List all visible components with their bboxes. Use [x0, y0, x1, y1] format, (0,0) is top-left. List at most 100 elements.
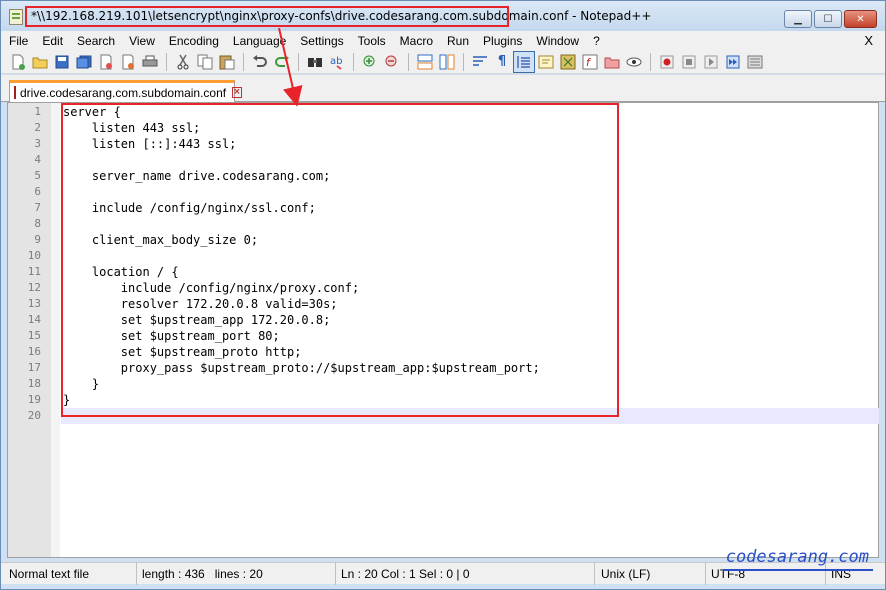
document-map-icon[interactable]	[557, 51, 579, 73]
minimize-button[interactable]: ▁	[784, 10, 812, 28]
line-number: 18	[27, 377, 41, 390]
zoom-in-icon[interactable]	[359, 51, 381, 73]
cut-icon[interactable]	[172, 51, 194, 73]
maximize-button[interactable]: ☐	[814, 10, 842, 28]
line-number: 6	[34, 185, 41, 198]
find-icon[interactable]	[304, 51, 326, 73]
line-number: 7	[34, 201, 41, 214]
toolbar-separator	[408, 52, 409, 71]
line-number: 3	[34, 137, 41, 150]
close-icon: ✕	[856, 13, 865, 25]
replace-icon[interactable]: ab	[326, 51, 348, 73]
copy-icon[interactable]	[194, 51, 216, 73]
menu-edit[interactable]: Edit	[35, 34, 70, 48]
menu-plugins[interactable]: Plugins	[476, 34, 529, 48]
menu-encoding[interactable]: Encoding	[162, 34, 226, 48]
maximize-icon: ☐	[823, 13, 833, 25]
sync-vertical-icon[interactable]	[414, 51, 436, 73]
line-number: 17	[27, 361, 41, 374]
zoom-out-icon[interactable]	[381, 51, 403, 73]
line-number: 10	[27, 249, 41, 262]
undo-icon[interactable]	[249, 51, 271, 73]
watermark-text: codesarang.com	[725, 547, 869, 567]
toolbar-separator	[353, 52, 354, 71]
line-number: 19	[27, 393, 41, 406]
record-macro-icon[interactable]	[656, 51, 678, 73]
line-number: 16	[27, 345, 41, 358]
function-list-icon[interactable]: f	[579, 51, 601, 73]
line-number: 14	[27, 313, 41, 326]
folder-workspace-icon[interactable]	[601, 51, 623, 73]
toolbar: ab ¶ f	[1, 50, 885, 74]
toolbar-separator	[298, 52, 299, 71]
toolbar-separator	[650, 52, 651, 71]
save-macro-icon[interactable]	[744, 51, 766, 73]
toolbar-separator	[243, 52, 244, 71]
line-number-gutter: 1 2 3 4 5 6 7 8 9 10 11 12 13 14 15 16 17 18 19 20	[8, 103, 60, 557]
line-number: 11	[27, 265, 41, 278]
fold-margin[interactable]	[51, 103, 60, 557]
title-bar[interactable]: *\\192.168.219.101\letsencrypt\nginx\pro…	[1, 1, 885, 31]
menu-view[interactable]: View	[122, 34, 162, 48]
line-number: 5	[34, 169, 41, 182]
word-wrap-icon[interactable]	[469, 51, 491, 73]
window-controls: ▁ ☐ ✕	[784, 10, 877, 28]
close-document-button[interactable]: X	[864, 33, 873, 48]
sync-horizontal-icon[interactable]	[436, 51, 458, 73]
redo-icon[interactable]	[271, 51, 293, 73]
tab-close-icon[interactable]: ×	[232, 87, 242, 98]
user-defined-lang-icon[interactable]	[535, 51, 557, 73]
status-length: length : 436	[142, 567, 205, 581]
menu-settings[interactable]: Settings	[293, 34, 350, 48]
play-macro-icon[interactable]	[700, 51, 722, 73]
save-all-icon[interactable]	[73, 51, 95, 73]
line-number: 4	[34, 153, 41, 166]
show-all-chars-icon[interactable]: ¶	[491, 51, 513, 73]
stop-record-icon[interactable]	[678, 51, 700, 73]
status-length-lines: length : 436 lines : 20	[138, 563, 336, 585]
status-eol: Unix (LF)	[597, 563, 706, 585]
line-number: 9	[34, 233, 41, 246]
title-path-highlight-box	[25, 6, 509, 27]
monitoring-icon[interactable]	[623, 51, 645, 73]
title-app-name: - Notepad++	[568, 9, 652, 23]
editor-area[interactable]: 1 2 3 4 5 6 7 8 9 10 11 12 13 14 15 16 17 18 19 20 server {…	[7, 102, 879, 558]
line-number: 8	[34, 217, 41, 230]
close-icon[interactable]	[95, 51, 117, 73]
menu-tools[interactable]: Tools	[351, 34, 393, 48]
line-number: 20	[27, 409, 41, 422]
status-position: Ln : 20 Col : 1 Sel : 0 | 0	[337, 563, 595, 585]
paste-icon[interactable]	[216, 51, 238, 73]
status-language: Normal text file	[5, 563, 137, 585]
print-icon[interactable]	[139, 51, 161, 73]
tab-document[interactable]: drive.codesarang.com.subdomain.conf ×	[9, 80, 242, 102]
menu-macro[interactable]: Macro	[393, 34, 440, 48]
document-tab-bar: drive.codesarang.com.subdomain.conf ×	[1, 75, 885, 102]
open-file-icon[interactable]	[29, 51, 51, 73]
notepadpp-window: *\\192.168.219.101\letsencrypt\nginx\pro…	[0, 0, 886, 590]
close-all-icon[interactable]	[117, 51, 139, 73]
notepadpp-app-icon[interactable]	[9, 9, 23, 25]
menu-file[interactable]: File	[1, 34, 35, 48]
watermark-underline	[723, 569, 873, 571]
menu-search[interactable]: Search	[70, 34, 122, 48]
save-icon[interactable]	[51, 51, 73, 73]
menu-window[interactable]: Window	[529, 34, 586, 48]
line-number: 2	[34, 121, 41, 134]
indent-guide-icon[interactable]	[513, 50, 535, 73]
tab-label: drive.codesarang.com.subdomain.conf	[20, 85, 227, 100]
run-macro-multiple-icon[interactable]	[722, 51, 744, 73]
close-window-button[interactable]: ✕	[844, 10, 877, 28]
line-number: 12	[27, 281, 41, 294]
menu-language[interactable]: Language	[226, 34, 293, 48]
code-highlight-box	[61, 103, 619, 417]
line-number: 1	[34, 105, 41, 118]
line-number: 15	[27, 329, 41, 342]
line-number: 13	[27, 297, 41, 310]
menu-run[interactable]: Run	[440, 34, 476, 48]
new-file-icon[interactable]	[7, 51, 29, 73]
menu-help[interactable]: ?	[586, 34, 607, 48]
minimize-icon: ▁	[794, 13, 802, 25]
toolbar-separator	[463, 52, 464, 71]
svg-text:ab: ab	[330, 56, 342, 67]
